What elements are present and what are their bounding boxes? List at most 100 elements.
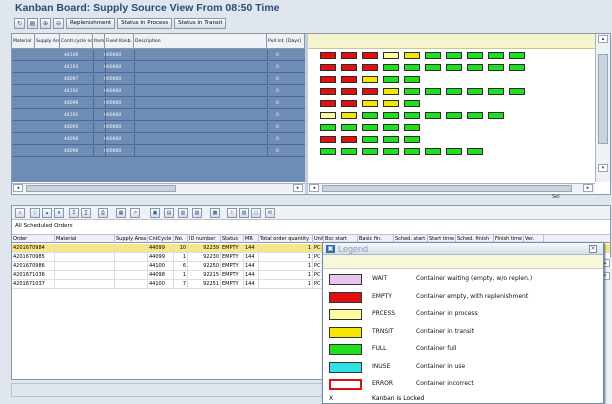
table-row[interactable]: 44103 000000 0 — [12, 62, 305, 73]
kanban-container-transit[interactable] — [383, 88, 399, 95]
kanban-container-full[interactable] — [488, 112, 504, 119]
col-fixed-qty[interactable]: Fixed Kanb. Qty — [105, 34, 134, 49]
kanban-container-empty[interactable] — [362, 64, 378, 71]
kanban-container-full[interactable] — [383, 136, 399, 143]
scroll-up-icon[interactable]: ▴ — [598, 35, 608, 43]
status-in-process-button[interactable]: Status In Process — [117, 18, 173, 29]
sort-ascending-icon[interactable]: ▴ — [42, 208, 52, 218]
kanban-container-empty[interactable] — [320, 64, 336, 71]
table-row[interactable]: 44098 000000 0 — [12, 134, 305, 145]
kanban-container-full[interactable] — [425, 88, 441, 95]
export-icon[interactable]: ↗ — [130, 208, 140, 218]
kanban-container-empty[interactable] — [341, 52, 357, 59]
zoom-in-icon[interactable]: ⊕ — [40, 18, 51, 29]
kanban-container-transit[interactable] — [362, 100, 378, 107]
table-row[interactable]: 44097 000000 0 — [12, 74, 305, 85]
kanban-container-full[interactable] — [383, 76, 399, 83]
kanban-container-full[interactable] — [341, 124, 357, 131]
select-layout-icon[interactable]: ▥ — [178, 208, 188, 218]
kanban-container-full[interactable] — [404, 88, 420, 95]
col-description[interactable]: Description — [134, 34, 267, 49]
kanban-container-full[interactable] — [446, 112, 462, 119]
spreadsheet-icon[interactable]: ▦ — [116, 208, 126, 218]
details-icon[interactable]: ⌕ — [15, 208, 25, 218]
scroll-thumb[interactable] — [598, 54, 608, 144]
kanban-container-full[interactable] — [446, 64, 462, 71]
kanban-container-full[interactable] — [425, 64, 441, 71]
kanban-container-full[interactable] — [467, 112, 483, 119]
scroll-left-icon[interactable]: ◂ — [309, 184, 319, 192]
kanban-container-full[interactable] — [362, 136, 378, 143]
col-mr[interactable]: MR — [244, 235, 259, 243]
kanban-container-full[interactable] — [404, 112, 420, 119]
kanban-container-empty[interactable] — [341, 136, 357, 143]
kanban-container-full[interactable] — [488, 52, 504, 59]
zoom-out-icon[interactable]: ⊖ — [53, 18, 64, 29]
kanban-container-empty[interactable] — [341, 100, 357, 107]
abc-analysis-icon[interactable]: ▨ — [239, 208, 249, 218]
kanban-container-full[interactable] — [467, 64, 483, 71]
kanban-container-empty[interactable] — [320, 88, 336, 95]
replenishment-button[interactable]: Replenishment — [66, 18, 116, 29]
kanban-container-full[interactable] — [467, 52, 483, 59]
col-cntcycle[interactable]: CntCycle — [148, 235, 174, 243]
subtotal-icon[interactable]: ∑ — [81, 208, 91, 218]
table-row[interactable]: 44095 000000 0 — [12, 122, 305, 133]
vertical-scrollbar[interactable]: ▴ ▾ — [595, 34, 610, 182]
kanban-container-empty[interactable] — [341, 64, 357, 71]
kanban-container-full[interactable] — [404, 100, 420, 107]
table-row[interactable]: 44100 000000 0 — [12, 50, 305, 61]
word-processing-icon[interactable]: ▢ — [251, 208, 261, 218]
kanban-container-full[interactable] — [404, 148, 420, 155]
legend-titlebar[interactable]: ▣ Legend × — [323, 243, 603, 255]
col-no[interactable]: No. — [174, 235, 188, 243]
document-icon[interactable]: ▤ — [27, 18, 38, 29]
kanban-container-full[interactable] — [320, 148, 336, 155]
kanban-container-full[interactable] — [404, 136, 420, 143]
kanban-container-full[interactable] — [404, 64, 420, 71]
sum-icon[interactable]: Σ — [69, 208, 79, 218]
col-pull-int[interactable]: Pull Int. [Days] — [267, 34, 305, 49]
kanban-container-full[interactable] — [425, 148, 441, 155]
table-row[interactable]: 44102 000000 0 — [12, 86, 305, 97]
table-row[interactable]: 44099 000000 0 — [12, 98, 305, 109]
scroll-down-icon[interactable]: ▾ — [598, 164, 608, 172]
col-supply-area[interactable]: Supply Area — [35, 34, 60, 49]
kanban-container-empty[interactable] — [341, 76, 357, 83]
kanban-container-empty[interactable] — [320, 136, 336, 143]
kanban-container-empty[interactable] — [320, 76, 336, 83]
kanban-container-process[interactable] — [383, 52, 399, 59]
graphics-icon[interactable]: ▩ — [210, 208, 220, 218]
scroll-right-icon[interactable]: ▸ — [583, 184, 593, 192]
kanban-container-process[interactable] — [320, 112, 336, 119]
kanban-container-full[interactable] — [383, 148, 399, 155]
kanban-container-full[interactable] — [446, 148, 462, 155]
kanban-container-full[interactable] — [467, 148, 483, 155]
left-horizontal-scrollbar[interactable]: ◂ ▸ — [12, 183, 305, 193]
kanban-container-full[interactable] — [467, 88, 483, 95]
print-icon[interactable]: ⎙ — [98, 208, 108, 218]
col-item[interactable]: Item — [93, 34, 105, 49]
kanban-container-full[interactable] — [488, 64, 504, 71]
info-icon[interactable]: i — [227, 208, 237, 218]
kanban-container-full[interactable] — [425, 112, 441, 119]
scroll-thumb[interactable] — [26, 185, 176, 192]
scroll-left-icon[interactable]: ◂ — [13, 184, 23, 192]
filter-icon[interactable]: ▽ — [30, 208, 40, 218]
col-material[interactable]: Material — [55, 235, 115, 243]
kanban-container-full[interactable] — [362, 148, 378, 155]
kanban-container-empty[interactable] — [362, 88, 378, 95]
col-control-cycle[interactable]: Contr.cycle no. — [60, 34, 93, 49]
kanban-container-full[interactable] — [383, 112, 399, 119]
kanban-container-full[interactable] — [425, 52, 441, 59]
sort-descending-icon[interactable]: ▾ — [54, 208, 64, 218]
view-icon[interactable]: ▣ — [150, 208, 160, 218]
kanban-container-full[interactable] — [341, 148, 357, 155]
status-in-transit-button[interactable]: Status In Transit — [174, 18, 227, 29]
kanban-container-transit[interactable] — [383, 100, 399, 107]
col-supply-area[interactable]: Supply Area — [115, 235, 148, 243]
scroll-thumb[interactable] — [322, 185, 572, 192]
table-row[interactable]: 44101 000000 0 — [12, 110, 305, 121]
col-order[interactable]: Order — [12, 235, 55, 243]
layout-icon[interactable]: ▤ — [164, 208, 174, 218]
